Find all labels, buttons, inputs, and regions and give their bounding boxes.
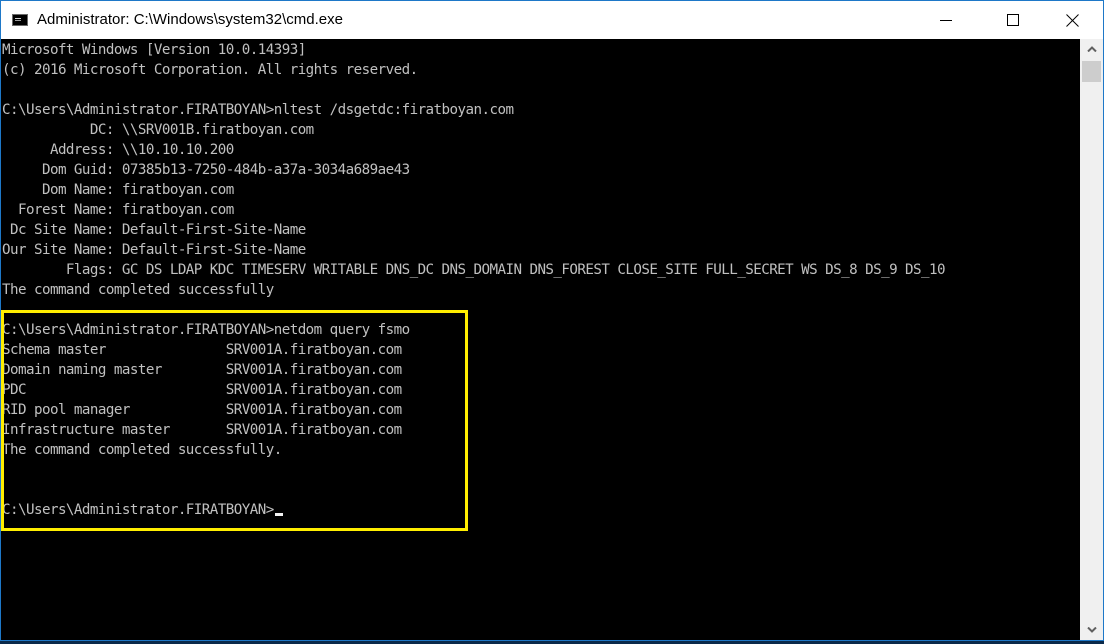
console-line: PDC SRV001A.firatboyan.com xyxy=(2,382,402,398)
console-line: Dom Guid: 07385b13-7250-484b-a37a-3034a6… xyxy=(2,162,410,178)
chevron-down-icon xyxy=(1086,627,1097,633)
title-bar[interactable]: Administrator: C:\Windows\system32\cmd.e… xyxy=(1,1,1103,39)
scroll-thumb[interactable] xyxy=(1082,61,1101,82)
console-line: C:\Users\Administrator.FIRATBOYAN> xyxy=(2,500,283,520)
cmd-app-icon[interactable] xyxy=(12,14,28,26)
cmd-window: Administrator: C:\Windows\system32\cmd.e… xyxy=(0,0,1104,641)
console-line: RID pool manager SRV001A.firatboyan.com xyxy=(2,402,402,418)
maximize-button[interactable] xyxy=(990,1,1036,39)
console-line: Schema master SRV001A.firatboyan.com xyxy=(2,342,402,358)
console-line: (c) 2016 Microsoft Corporation. All righ… xyxy=(2,62,418,78)
scroll-up-button[interactable] xyxy=(1080,39,1103,59)
console-line: Dc Site Name: Default-First-Site-Name xyxy=(2,222,306,238)
minimize-icon xyxy=(940,20,952,21)
console-line: Flags: GC DS LDAP KDC TIMESERV WRITABLE … xyxy=(2,262,946,278)
close-icon xyxy=(1065,13,1079,27)
window-title: Administrator: C:\Windows\system32\cmd.e… xyxy=(37,11,343,28)
text-cursor xyxy=(274,513,283,516)
console-line: Infrastructure master SRV001A.firatboyan… xyxy=(2,422,402,438)
console-line: Address: \\10.10.10.200 xyxy=(2,142,234,158)
console-line: Our Site Name: Default-First-Site-Name xyxy=(2,242,306,258)
console-line: Forest Name: firatboyan.com xyxy=(2,202,234,218)
console-output[interactable]: Microsoft Windows [Version 10.0.14393] (c… xyxy=(1,39,1079,640)
console-line: The command completed successfully. xyxy=(2,442,282,458)
console-line: C:\Users\Administrator.FIRATBOYAN>netdom… xyxy=(2,322,410,338)
vertical-scrollbar[interactable] xyxy=(1080,39,1103,640)
console-line: Microsoft Windows [Version 10.0.14393] xyxy=(2,42,306,58)
maximize-icon xyxy=(1007,14,1019,26)
console-line: The command completed successfully xyxy=(2,282,274,298)
minimize-button[interactable] xyxy=(923,1,969,39)
scroll-down-button[interactable] xyxy=(1080,620,1103,640)
chevron-up-icon xyxy=(1086,46,1097,52)
console-line: DC: \\SRV001B.firatboyan.com xyxy=(2,122,314,138)
console-line: Domain naming master SRV001A.firatboyan.… xyxy=(2,362,402,378)
close-button[interactable] xyxy=(1049,1,1095,39)
console-line: Dom Name: firatboyan.com xyxy=(2,182,234,198)
console-line: C:\Users\Administrator.FIRATBOYAN>nltest… xyxy=(2,102,514,118)
